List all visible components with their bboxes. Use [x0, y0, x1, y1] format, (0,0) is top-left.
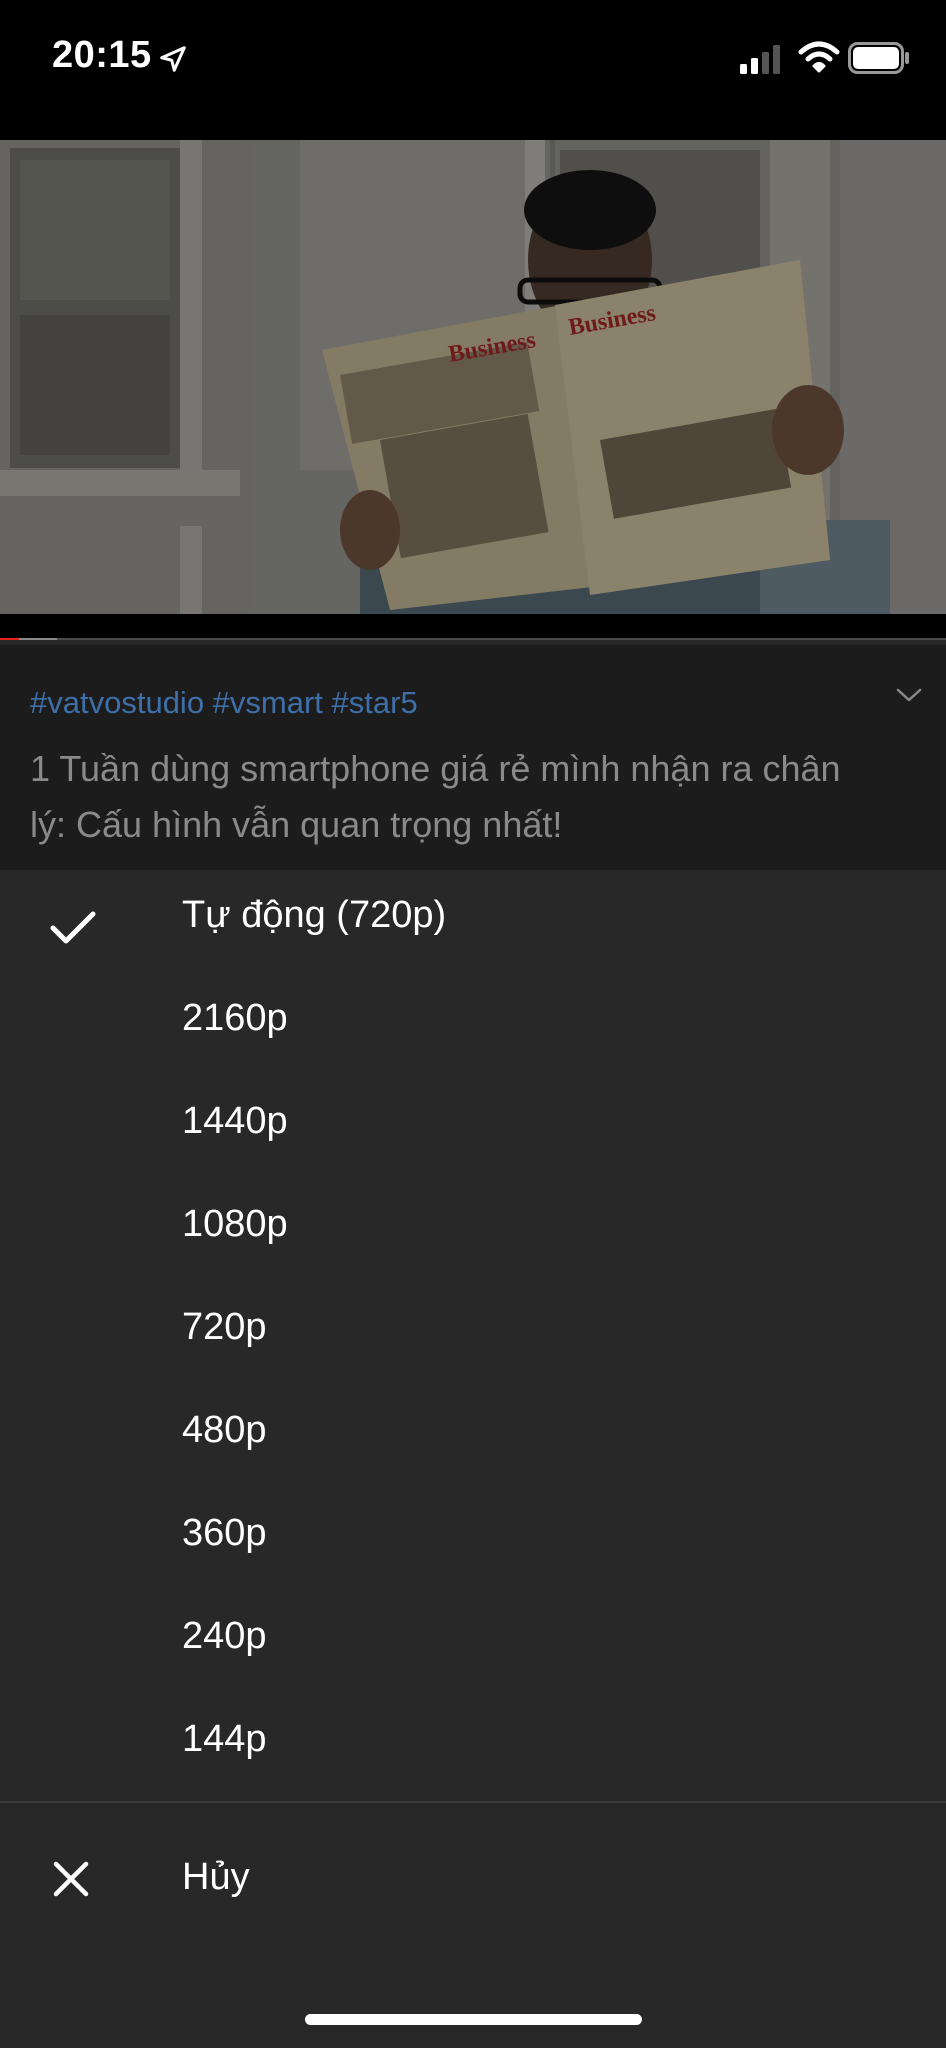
home-indicator[interactable] — [305, 2014, 642, 2025]
cancel-label: Hủy — [182, 1856, 250, 1898]
progress-played — [0, 638, 19, 640]
signal-icon — [740, 45, 780, 74]
close-icon — [53, 1861, 89, 1897]
quality-option-label: 360p — [182, 1512, 267, 1554]
battery-icon — [848, 42, 909, 74]
quality-option-144p[interactable]: 144p — [0, 1694, 946, 1797]
wifi-icon — [798, 41, 840, 73]
location-arrow-icon — [160, 46, 186, 72]
video-player[interactable]: Business Business — [0, 140, 946, 640]
quality-option-auto[interactable]: Tự động (720p) — [0, 870, 946, 973]
quality-option-label: 240p — [182, 1615, 267, 1657]
quality-option-1080p[interactable]: 1080p — [0, 1179, 946, 1282]
quality-option-label: 1080p — [182, 1203, 288, 1245]
video-hashtags[interactable]: #vatvostudio #vsmart #star5 — [30, 685, 418, 721]
quality-option-360p[interactable]: 360p — [0, 1488, 946, 1591]
quality-option-720p[interactable]: 720p — [0, 1282, 946, 1385]
video-title: 1 Tuần dùng smartphone giá rẻ mình nhận … — [30, 748, 841, 845]
video-description: #vatvostudio #vsmart #star5 1 Tuần dùng … — [0, 645, 946, 870]
quality-option-240p[interactable]: 240p — [0, 1591, 946, 1694]
quality-option-label: 720p — [182, 1306, 267, 1348]
status-bar: 20:15 — [0, 0, 946, 140]
quality-option-label: 144p — [182, 1718, 267, 1760]
quality-option-1440p[interactable]: 1440p — [0, 1076, 946, 1179]
quality-option-480p[interactable]: 480p — [0, 1385, 946, 1488]
quality-option-label: 2160p — [182, 997, 288, 1039]
menu-divider — [0, 1801, 946, 1803]
check-icon — [50, 911, 96, 944]
cancel-button[interactable]: Hủy — [0, 1830, 946, 1934]
chevron-down-icon[interactable] — [894, 683, 924, 707]
progress-bar[interactable] — [0, 638, 946, 640]
status-time: 20:15 — [52, 34, 152, 76]
quality-option-label: 480p — [182, 1409, 267, 1451]
quality-option-label: Tự động (720p) — [182, 894, 447, 936]
quality-option-label: 1440p — [182, 1100, 288, 1142]
quality-option-2160p[interactable]: 2160p — [0, 973, 946, 1076]
video-dim-overlay — [0, 140, 946, 614]
